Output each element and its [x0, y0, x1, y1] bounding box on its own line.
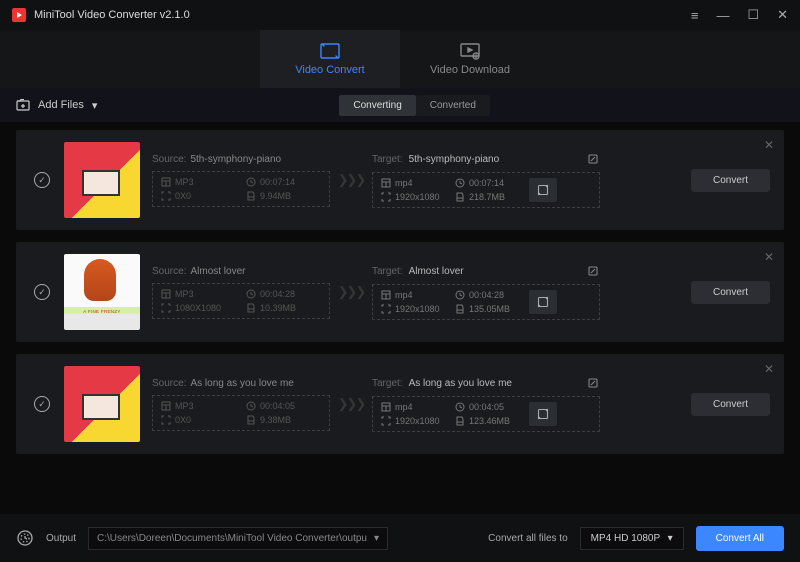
footer: Output C:\Users\Doreen\Documents\MiniToo… — [0, 514, 800, 562]
source-name: Almost lover — [190, 266, 245, 277]
convert-button[interactable]: Convert — [691, 393, 770, 416]
target-info: mp4 00:04:28 1920x1080 135.05MB — [372, 284, 600, 320]
source-label: Source: — [152, 378, 186, 389]
filesize-icon — [455, 192, 465, 202]
resolution-icon — [381, 304, 391, 314]
output-path-select[interactable]: C:\Users\Doreen\Documents\MiniTool Video… — [88, 527, 388, 550]
clock-icon — [455, 402, 465, 412]
conversion-item: Source: Almost lover MP3 00:04:28 1080X10… — [16, 242, 784, 342]
thumbnail — [64, 142, 140, 218]
main-nav: Video Convert Video Download — [0, 30, 800, 88]
resolution-icon — [381, 192, 391, 202]
tab-video-convert[interactable]: Video Convert — [260, 30, 400, 88]
app-title: MiniTool Video Converter v2.1.0 — [34, 9, 190, 21]
target-settings-button[interactable] — [529, 290, 557, 314]
edit-target-button[interactable] — [586, 264, 600, 278]
target-settings-button[interactable] — [529, 178, 557, 202]
conversion-list: Source: 5th-symphony-piano MP3 00:07:14 0… — [0, 122, 800, 514]
source-info: MP3 00:07:14 0X0 9.94MB — [152, 171, 330, 207]
filesize-icon — [455, 304, 465, 314]
source-name: As long as you love me — [190, 378, 293, 389]
thumbnail — [64, 366, 140, 442]
download-icon — [459, 42, 481, 60]
edit-target-button[interactable] — [586, 152, 600, 166]
clock-icon — [246, 177, 256, 187]
source-name: 5th-symphony-piano — [190, 154, 281, 165]
format-icon — [381, 290, 391, 300]
filesize-icon — [246, 303, 256, 313]
clock-icon — [246, 401, 256, 411]
format-icon — [161, 289, 171, 299]
format-icon — [381, 402, 391, 412]
clock-icon — [246, 289, 256, 299]
resolution-icon — [161, 415, 171, 425]
arrow-icon: ❯❯❯ — [330, 172, 372, 188]
chevron-down-icon: ▾ — [374, 533, 379, 544]
source-label: Source: — [152, 266, 186, 277]
conversion-item: Source: As long as you love me MP3 00:04:… — [16, 354, 784, 454]
add-files-button[interactable]: Add Files ▾ — [16, 99, 97, 112]
item-checkbox[interactable] — [34, 172, 50, 188]
chevron-down-icon: ▾ — [92, 99, 98, 112]
conversion-item: Source: 5th-symphony-piano MP3 00:07:14 0… — [16, 130, 784, 230]
arrow-icon: ❯❯❯ — [330, 284, 372, 300]
output-label: Output — [46, 533, 76, 544]
subtab-converted[interactable]: Converted — [416, 95, 490, 116]
target-label: Target: — [372, 154, 403, 165]
source-info: MP3 00:04:05 0X0 9.38MB — [152, 395, 330, 431]
target-label: Target: — [372, 266, 403, 277]
toolbar: Add Files ▾ Converting Converted — [0, 88, 800, 122]
edit-target-button[interactable] — [586, 376, 600, 390]
target-name: Almost lover — [409, 266, 464, 277]
minimize-button[interactable]: — — [716, 8, 729, 23]
format-icon — [381, 178, 391, 188]
item-checkbox[interactable] — [34, 284, 50, 300]
menu-icon[interactable]: ≡ — [691, 8, 699, 23]
target-info: mp4 00:04:05 1920x1080 123.46MB — [372, 396, 600, 432]
target-name: 5th-symphony-piano — [409, 154, 500, 165]
remove-item-button[interactable]: ✕ — [764, 362, 774, 376]
source-label: Source: — [152, 154, 186, 165]
format-select[interactable]: MP4 HD 1080P ▾ — [580, 527, 684, 550]
item-checkbox[interactable] — [34, 396, 50, 412]
convert-icon — [319, 42, 341, 60]
close-button[interactable]: ✕ — [777, 7, 788, 23]
target-label: Target: — [372, 378, 403, 389]
chevron-down-icon: ▾ — [668, 533, 673, 544]
convert-all-to-label: Convert all files to — [488, 533, 567, 544]
filesize-icon — [246, 191, 256, 201]
filesize-icon — [455, 416, 465, 426]
history-icon[interactable] — [16, 529, 34, 547]
titlebar: MiniTool Video Converter v2.1.0 ≡ — ☐ ✕ — [0, 0, 800, 30]
resolution-icon — [161, 303, 171, 313]
format-icon — [161, 401, 171, 411]
resolution-icon — [161, 191, 171, 201]
target-name: As long as you love me — [409, 378, 512, 389]
format-icon — [161, 177, 171, 187]
target-info: mp4 00:07:14 1920x1080 218.7MB — [372, 172, 600, 208]
filesize-icon — [246, 415, 256, 425]
clock-icon — [455, 178, 465, 188]
app-logo-icon — [12, 8, 26, 22]
convert-button[interactable]: Convert — [691, 281, 770, 304]
arrow-icon: ❯❯❯ — [330, 396, 372, 412]
remove-item-button[interactable]: ✕ — [764, 138, 774, 152]
maximize-button[interactable]: ☐ — [747, 7, 759, 23]
thumbnail — [64, 254, 140, 330]
remove-item-button[interactable]: ✕ — [764, 250, 774, 264]
convert-button[interactable]: Convert — [691, 169, 770, 192]
target-settings-button[interactable] — [529, 402, 557, 426]
tab-video-download[interactable]: Video Download — [400, 30, 540, 88]
resolution-icon — [381, 416, 391, 426]
convert-all-button[interactable]: Convert All — [696, 526, 784, 551]
subtab-converting[interactable]: Converting — [339, 95, 415, 116]
clock-icon — [455, 290, 465, 300]
source-info: MP3 00:04:28 1080X1080 10.39MB — [152, 283, 330, 319]
